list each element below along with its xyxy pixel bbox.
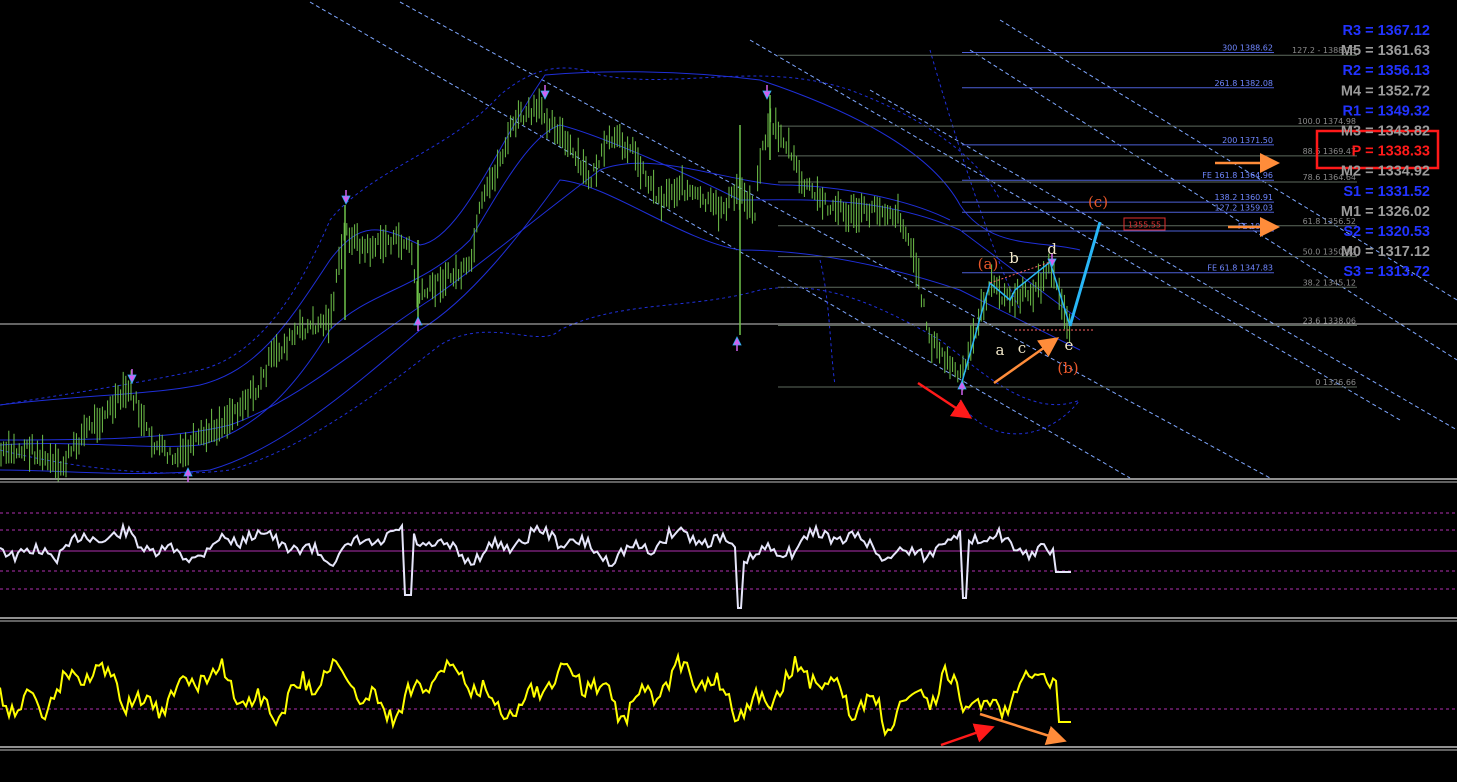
fib-extension-label: FE 161.8 1364.96	[1202, 171, 1273, 180]
wave-label: e	[1065, 336, 1074, 354]
fib-extension-label: FE 61.8 1347.83	[1207, 264, 1273, 273]
chart-background	[0, 0, 1457, 782]
pivot-level-label: M0 = 1317.12	[1341, 244, 1430, 260]
pivot-level-label: P = 1338.33	[1352, 144, 1430, 160]
pivot-level-label: M1 = 1326.02	[1341, 204, 1430, 220]
pivot-level-label: M3 = 1343.82	[1341, 124, 1430, 140]
fib-level-label: 88.6 1369.47	[1303, 147, 1356, 156]
wave-label: (b)	[1057, 359, 1078, 377]
pivot-level-label: M4 = 1352.72	[1341, 83, 1430, 99]
wave-label: b	[1009, 249, 1019, 267]
target-box: 1355.55	[1123, 217, 1166, 231]
fib-level-label: 0 1326.66	[1315, 378, 1356, 387]
target-box-label: 1355.55	[1128, 221, 1161, 230]
fib-extension-label: 261.8 1382.08	[1214, 79, 1273, 88]
chart-canvas: 127.2 - 1388.13100.0 1374.9888.6 1369.47…	[0, 0, 1457, 782]
wave-label: (c)	[1088, 193, 1108, 211]
wave-label: (a)	[978, 255, 999, 273]
wave-label: d	[1047, 240, 1057, 258]
pivot-level-label: M5 = 1361.63	[1341, 43, 1430, 59]
pivot-level-label: R2 = 1356.13	[1343, 63, 1430, 79]
wave-label: a	[996, 341, 1005, 359]
pivot-level-label: R3 = 1367.12	[1343, 23, 1430, 39]
fib-extension-label: 300 1388.62	[1222, 44, 1273, 53]
fib-level-label: 23.6 1338.06	[1303, 317, 1356, 326]
pivot-level-label: S1 = 1331.52	[1343, 184, 1430, 200]
wave-label: c	[1018, 339, 1026, 357]
fib-extension-label: 127.2 1359.03	[1214, 203, 1273, 212]
pivot-level-label: M2 = 1334.92	[1341, 164, 1430, 180]
pivot-level-label: S2 = 1320.53	[1343, 224, 1430, 240]
fib-extension-label: 138.2 1360.91	[1214, 193, 1273, 202]
pivot-level-label: S3 = 1313.72	[1343, 264, 1430, 280]
fib-extension-label: 200 1371.50	[1222, 136, 1273, 145]
pivot-level-label: R1 = 1349.32	[1343, 103, 1430, 119]
